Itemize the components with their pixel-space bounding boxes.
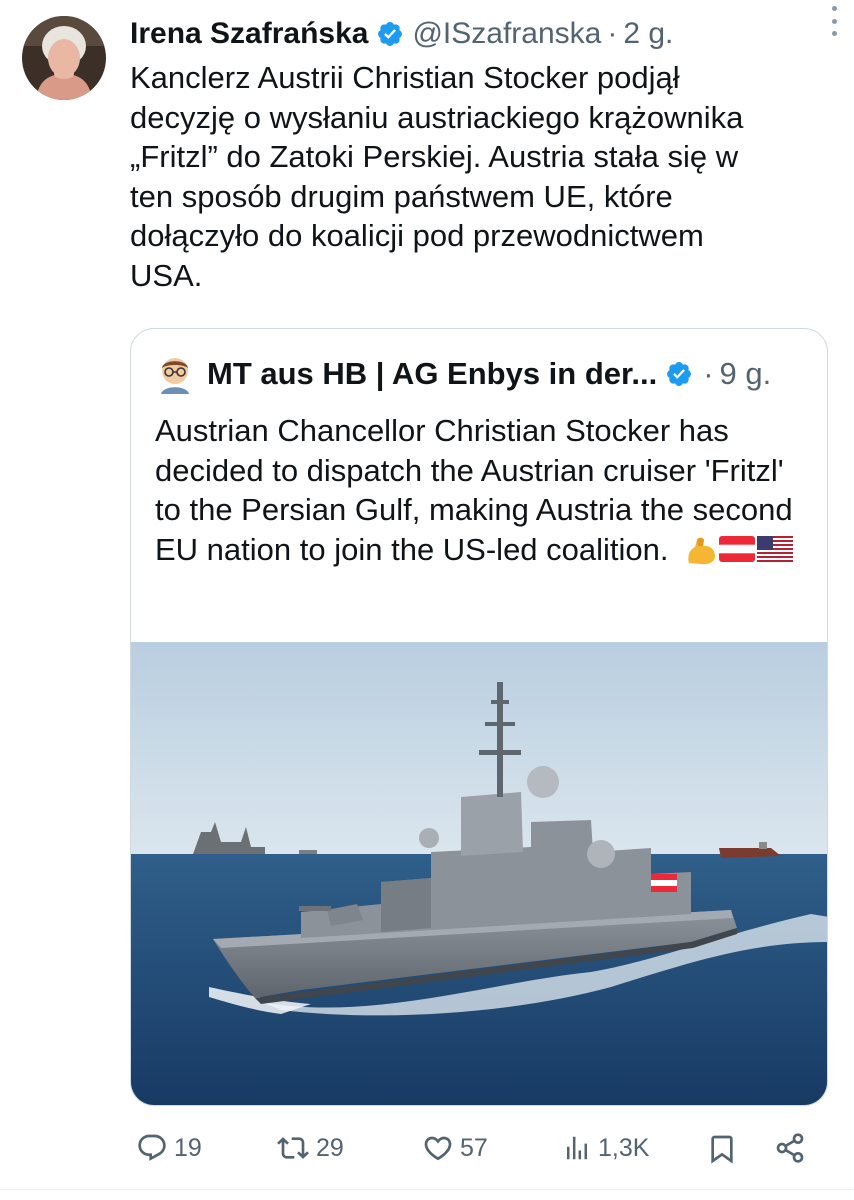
flexed-biceps-icon xyxy=(688,538,716,565)
share-icon xyxy=(776,1133,804,1163)
usa-flag-icon xyxy=(757,536,794,563)
like-button[interactable]: 57 xyxy=(422,1132,488,1164)
reply-button[interactable]: 19 xyxy=(136,1132,202,1164)
reply-icon xyxy=(138,1134,166,1161)
quote-author-name[interactable]: MT aus HB | AG Enbys in der... xyxy=(207,356,657,392)
views-button[interactable]: 1,3K xyxy=(562,1132,649,1164)
like-count: 57 xyxy=(460,1133,488,1162)
action-bar: 19 29 57 1,3K xyxy=(130,1124,830,1174)
author-avatar[interactable] xyxy=(22,16,106,100)
quote-header: MT aus HB | AG Enbys in der... · 9 g. xyxy=(155,351,771,397)
austria-flag-icon xyxy=(719,536,756,563)
quote-tweet-card[interactable]: MT aus HB | AG Enbys in der... · 9 g. Au… xyxy=(130,328,828,1106)
author-handle[interactable]: @ISzafranska xyxy=(412,17,601,51)
repost-icon xyxy=(277,1137,309,1159)
bookmark-icon xyxy=(711,1135,733,1164)
warship-image[interactable] xyxy=(131,642,828,1106)
tweet-header: Irena Szafrańska @ISzafranska · 2 g. xyxy=(130,14,834,54)
separator-dot: · xyxy=(703,356,714,391)
more-icon[interactable] xyxy=(822,6,846,36)
verified-badge-icon xyxy=(665,360,693,388)
repost-count: 29 xyxy=(316,1133,344,1162)
verified-badge-icon xyxy=(376,20,404,48)
repost-button[interactable]: 29 xyxy=(276,1132,344,1164)
views-count: 1,3K xyxy=(598,1133,650,1162)
separator-dot: · xyxy=(607,17,618,50)
like-icon xyxy=(424,1136,452,1161)
views-icon xyxy=(567,1136,587,1160)
bookmark-button[interactable] xyxy=(706,1132,738,1166)
share-button[interactable] xyxy=(774,1132,806,1164)
reply-count: 19 xyxy=(174,1133,202,1162)
author-name[interactable]: Irena Szafrańska xyxy=(130,17,368,51)
emoji-group xyxy=(685,536,794,566)
divider xyxy=(0,1189,854,1190)
quote-text-block: Austrian Chancellor Christian Stocker ha… xyxy=(155,411,805,569)
tweet-time[interactable]: 2 g. xyxy=(623,17,673,51)
tweet-text: Kanclerz Austrii Christian Stocker podją… xyxy=(130,60,744,293)
quote-author-avatar[interactable] xyxy=(155,354,195,394)
quote-time: 9 g. xyxy=(719,356,772,391)
